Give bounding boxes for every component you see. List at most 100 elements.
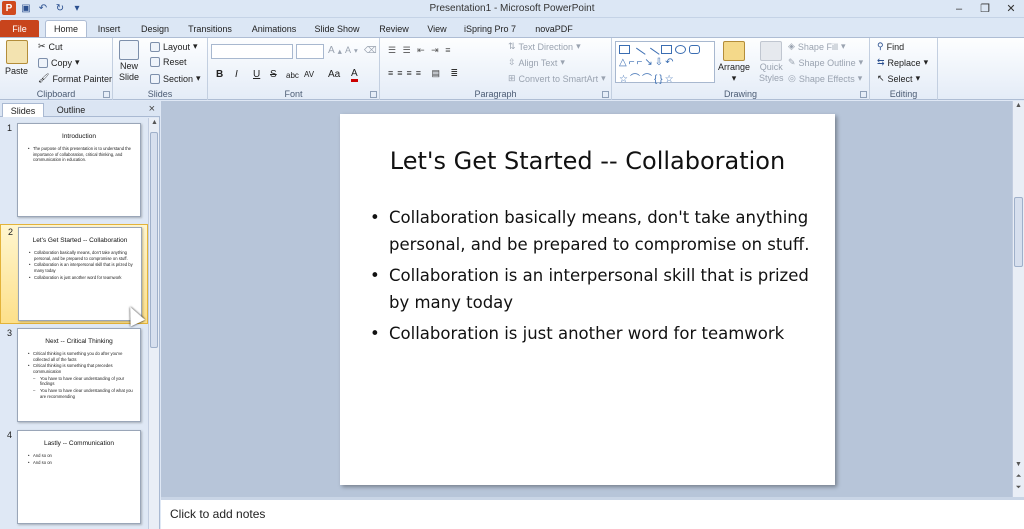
font-size-combo[interactable] bbox=[296, 44, 324, 59]
minimize-icon[interactable]: – bbox=[946, 0, 972, 17]
shape-oval-icon[interactable] bbox=[675, 45, 686, 54]
slide-content-placeholder[interactable]: • Collaboration basically means, don't ta… bbox=[370, 204, 810, 351]
thumbnail-bullet: Critical thinking is something you do af… bbox=[28, 351, 134, 362]
bold-button[interactable]: B bbox=[216, 69, 223, 80]
effects-icon: ◎ bbox=[788, 73, 796, 83]
font-name-combo[interactable] bbox=[211, 44, 293, 59]
layout-button[interactable]: Layout ▾ bbox=[150, 41, 198, 52]
close-icon[interactable]: × bbox=[149, 103, 155, 115]
shape-textbox-icon[interactable] bbox=[619, 45, 630, 54]
scroll-up-icon[interactable]: ▲ bbox=[1014, 102, 1023, 109]
slide-number: 1 bbox=[7, 123, 13, 133]
shape-fill-button[interactable]: ◈ Shape Fill ▾ bbox=[788, 41, 845, 52]
new-slide-button[interactable]: New Slide bbox=[119, 40, 139, 82]
clear-formatting-icon[interactable]: ⌫ bbox=[364, 45, 377, 56]
text-direction-button[interactable]: ⇅ Text Direction ▾ bbox=[508, 41, 581, 52]
format-painter-button[interactable]: 🖌 Format Painter bbox=[38, 73, 112, 84]
font-color-button[interactable]: A bbox=[351, 69, 358, 82]
tab-slides-panel[interactable]: Slides bbox=[2, 103, 44, 117]
tab-outline-panel[interactable]: Outline bbox=[48, 103, 94, 117]
find-button[interactable]: ⚲ Find bbox=[877, 41, 904, 52]
dialog-launcher-icon[interactable] bbox=[103, 91, 110, 98]
slide-number: 3 bbox=[7, 328, 13, 338]
drawing-group: △⌐⌐↘⇩↶ ☆⌒⌒{}☆ Arrange ▾ Quick Styles ◈ Sh… bbox=[612, 38, 870, 100]
shape-outline-button[interactable]: ✎ Shape Outline ▾ bbox=[788, 57, 863, 68]
scrollbar-thumb[interactable] bbox=[150, 132, 158, 348]
thumbnail-bullet: Critical thinking is something that prec… bbox=[28, 363, 134, 374]
cut-button[interactable]: ✂ Cut bbox=[38, 41, 63, 52]
tab-ispring[interactable]: iSpring Pro 7 bbox=[459, 20, 521, 37]
tab-file[interactable]: File bbox=[0, 20, 39, 37]
previous-slide-icon[interactable]: ⏶ bbox=[1014, 473, 1023, 481]
thumbnail-bullet: The purpose of this presentation is to u… bbox=[28, 146, 134, 163]
next-slide-icon[interactable]: ⏷ bbox=[1014, 484, 1023, 492]
chevron-down-icon: ▾ bbox=[840, 41, 846, 51]
notes-placeholder[interactable]: Click to add notes bbox=[170, 507, 265, 521]
shrink-font-icon[interactable]: A ▾ bbox=[345, 45, 358, 55]
section-button[interactable]: Section ▾ bbox=[150, 73, 201, 84]
tab-transitions[interactable]: Transitions bbox=[182, 20, 238, 37]
convert-smartart-button[interactable]: ⊞ Convert to SmartArt ▾ bbox=[508, 73, 606, 84]
shape-rounded-rect-icon[interactable] bbox=[689, 45, 700, 54]
chevron-down-icon: ▾ bbox=[923, 57, 929, 67]
window-title: Presentation1 - Microsoft PowerPoint bbox=[429, 3, 595, 14]
change-case-button[interactable]: Aa bbox=[328, 69, 340, 80]
dialog-launcher-icon[interactable] bbox=[860, 91, 867, 98]
clipboard-group-label: Clipboard bbox=[36, 89, 76, 99]
alignment-buttons[interactable]: ≡≡≡≡ ▤ ≣ bbox=[388, 68, 462, 79]
tab-home[interactable]: Home bbox=[45, 20, 87, 37]
grow-font-icon[interactable]: A ▴ bbox=[328, 45, 342, 56]
thumbnail-image: Let's Get Started -- Collaboration Colla… bbox=[18, 227, 142, 321]
shape-effects-button[interactable]: ◎ Shape Effects ▾ bbox=[788, 73, 862, 84]
slide-thumbnail-4[interactable]: 4 Lastly -- Communication And so on And … bbox=[0, 428, 148, 528]
editing-group-label: Editing bbox=[889, 89, 918, 99]
thumbnail-scrollbar[interactable]: ▲ bbox=[148, 118, 159, 529]
notes-pane[interactable]: Click to add notes bbox=[161, 497, 1024, 529]
dialog-launcher-icon[interactable] bbox=[602, 91, 609, 98]
chevron-down-icon: ▾ bbox=[576, 41, 581, 51]
paste-button[interactable]: Paste bbox=[5, 40, 28, 76]
strikethrough-button[interactable]: S bbox=[270, 69, 277, 80]
slide-vertical-scrollbar[interactable]: ▲ ▼ ⏶ ⏷ bbox=[1012, 101, 1024, 497]
paint-bucket-icon: ◈ bbox=[788, 41, 795, 51]
slide-thumbnail-3[interactable]: 3 Next -- Critical Thinking Critical thi… bbox=[0, 326, 148, 426]
close-icon[interactable]: ✕ bbox=[998, 0, 1024, 17]
restore-icon[interactable]: ❐ bbox=[972, 0, 998, 17]
replace-button[interactable]: ⇆ Replace ▾ bbox=[877, 57, 928, 68]
chevron-down-icon: ▾ bbox=[731, 73, 737, 83]
shapes-gallery[interactable]: △⌐⌐↘⇩↶ ☆⌒⌒{}☆ bbox=[615, 41, 715, 85]
tab-design[interactable]: Design bbox=[134, 20, 176, 37]
italic-button[interactable]: I bbox=[235, 69, 238, 80]
tab-insert[interactable]: Insert bbox=[90, 20, 128, 37]
shape-row-3[interactable]: ☆⌒⌒{}☆ bbox=[619, 70, 676, 85]
slide-title[interactable]: Let's Get Started -- Collaboration bbox=[340, 147, 835, 175]
pencil-icon: ✎ bbox=[788, 57, 796, 67]
shadow-button[interactable]: abc bbox=[286, 71, 299, 80]
slide-thumbnail-1[interactable]: 1 Introduction The purpose of this prese… bbox=[0, 121, 148, 221]
copy-button[interactable]: Copy ▾ bbox=[38, 57, 80, 68]
tab-slide-show[interactable]: Slide Show bbox=[309, 20, 365, 37]
tab-view[interactable]: View bbox=[421, 20, 453, 37]
select-button[interactable]: ↖ Select ▾ bbox=[877, 73, 920, 84]
underline-button[interactable]: U bbox=[253, 69, 260, 80]
character-spacing-button[interactable]: AV bbox=[304, 70, 314, 79]
tab-animations[interactable]: Animations bbox=[246, 20, 302, 37]
scrollbar-thumb[interactable] bbox=[1014, 197, 1023, 267]
tab-review[interactable]: Review bbox=[374, 20, 414, 37]
font-group: A ▴ A ▾ ⌫ B I U S abc AV Aa A Font bbox=[208, 38, 380, 100]
reset-icon bbox=[150, 57, 160, 67]
reset-button[interactable]: Reset bbox=[150, 57, 187, 67]
quick-styles-button[interactable]: Quick Styles bbox=[759, 41, 784, 83]
arrange-icon bbox=[723, 41, 746, 61]
list-buttons[interactable]: ☰ ☰ ⇤ ⇥ ≡ bbox=[388, 45, 452, 56]
shape-row-2[interactable]: △⌐⌐↘⇩↶ bbox=[619, 57, 676, 68]
shape-rectangle-icon[interactable] bbox=[661, 45, 672, 54]
scroll-down-icon[interactable]: ▼ bbox=[1014, 461, 1023, 468]
tab-novapdf[interactable]: novaPDF bbox=[530, 20, 578, 37]
scroll-up-icon[interactable]: ▲ bbox=[150, 119, 159, 126]
arrange-button[interactable]: Arrange ▾ bbox=[718, 41, 750, 84]
chevron-down-icon: ▾ bbox=[915, 73, 921, 83]
align-text-button[interactable]: ⇳ Align Text ▾ bbox=[508, 57, 565, 68]
dialog-launcher-icon[interactable] bbox=[370, 91, 377, 98]
slide-canvas[interactable]: Let's Get Started -- Collaboration • Coll… bbox=[340, 114, 835, 485]
